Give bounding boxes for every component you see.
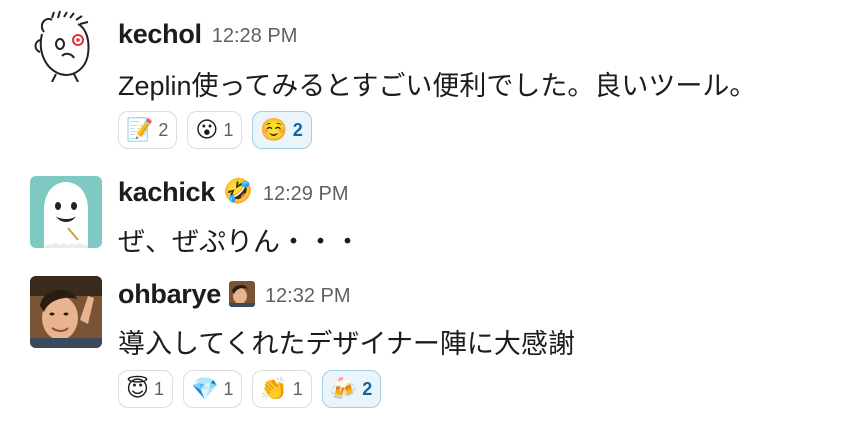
username[interactable]: kechol (118, 19, 202, 50)
reaction-count: 1 (292, 378, 303, 399)
reaction-count: 2 (158, 119, 169, 140)
photo-status-icon[interactable] (228, 281, 255, 307)
username[interactable]: ohbarye (118, 279, 221, 310)
beers-icon: 🍻 (329, 376, 358, 401)
open-mouth-icon: 😮 (195, 117, 219, 142)
reaction-count: 1 (223, 119, 234, 140)
memo-icon: 📝 (126, 117, 154, 142)
rofl-status-icon[interactable]: 🤣 (223, 180, 253, 204)
reaction-bar: 😇 1 💎 1 👏 1 🍻 2 (118, 370, 382, 408)
avatar-kachick[interactable] (30, 176, 102, 248)
timestamp[interactable]: 12:28 PM (212, 25, 298, 48)
gem-icon: 💎 (190, 376, 219, 401)
relaxed-face-icon: ☺️ (260, 117, 288, 142)
photo-avatar (30, 276, 102, 348)
reaction-count: 1 (153, 378, 164, 399)
reaction-count: 2 (362, 378, 373, 399)
message-text: 導入してくれたデザイナー陣に大感謝 (118, 329, 575, 359)
message-text: ぜ、ぜぷりん・・・ (118, 227, 361, 257)
timestamp[interactable]: 12:29 PM (263, 183, 349, 206)
message-header: kachick 🤣 12:29 PM (118, 174, 348, 210)
message-text: Zeplin使ってみるとすごい便利でした。良いツール。 (118, 71, 757, 101)
message-header: kechol 12:28 PM (118, 16, 297, 52)
timestamp[interactable]: 12:32 PM (265, 285, 351, 308)
ghost-avatar (44, 182, 88, 248)
message-header: ohbarye 12:32 PM (118, 276, 351, 312)
reaction-relaxed[interactable]: ☺️ 2 (252, 111, 312, 149)
reaction-beers[interactable]: 🍻 2 (321, 370, 382, 408)
reaction-count: 2 (292, 119, 303, 140)
reaction-clap[interactable]: 👏 1 (252, 370, 312, 408)
clap-icon: 👏 (260, 376, 288, 401)
reaction-innocent[interactable]: 😇 1 (118, 370, 173, 408)
halo-face-icon: 😇 (126, 376, 149, 401)
avatar-ohbarye[interactable] (30, 276, 102, 348)
username[interactable]: kachick (118, 177, 215, 208)
sketch-face-avatar (34, 10, 90, 82)
avatar-kechol[interactable] (30, 10, 102, 82)
reaction-gem[interactable]: 💎 1 (182, 370, 243, 408)
reaction-bar: 📝 2 😮 1 ☺️ 2 (118, 111, 312, 149)
reaction-open-mouth[interactable]: 😮 1 (187, 111, 243, 149)
reaction-count: 1 (223, 378, 234, 399)
reaction-memo[interactable]: 📝 2 (118, 111, 178, 149)
